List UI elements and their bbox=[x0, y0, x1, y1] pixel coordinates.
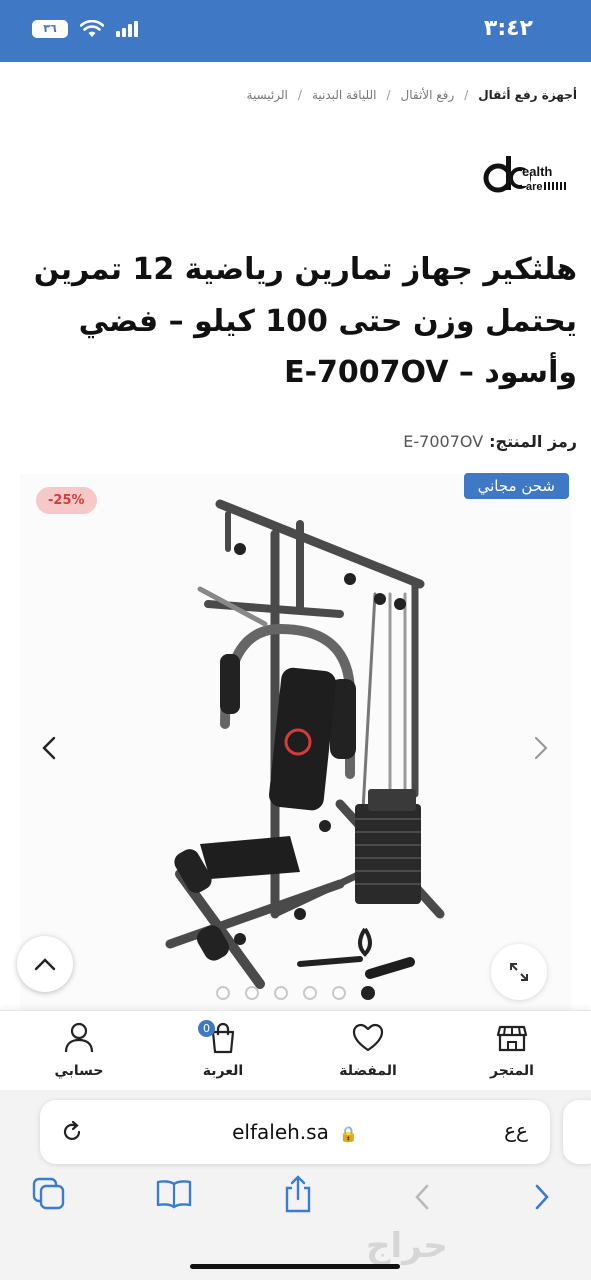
share-icon[interactable] bbox=[282, 1174, 314, 1214]
product-title: هلثكير جهاز تمارين رياضية 12 تمرين يحتمل… bbox=[33, 252, 577, 391]
breadcrumb-link-home[interactable]: الرئيسية bbox=[247, 88, 288, 102]
gallery-dot[interactable] bbox=[332, 986, 346, 1000]
expand-icon bbox=[510, 963, 528, 981]
healthcare-logo: ealth are bbox=[483, 156, 566, 193]
breadcrumb-link-weightlifting[interactable]: رفع الأثقال bbox=[401, 88, 455, 102]
forward-icon[interactable] bbox=[532, 1182, 552, 1212]
cart-count-badge: 0 bbox=[198, 1020, 215, 1037]
url-domain: elfaleh.sa bbox=[232, 1120, 329, 1144]
brand-logo[interactable]: ealth are bbox=[475, 124, 577, 224]
heart-icon bbox=[352, 1023, 384, 1052]
tabs-icon[interactable] bbox=[31, 1176, 67, 1212]
gallery-pagination bbox=[216, 986, 375, 1000]
scroll-to-top-button[interactable] bbox=[17, 936, 73, 992]
zoom-button[interactable] bbox=[491, 944, 547, 1000]
bookmarks-icon[interactable] bbox=[155, 1178, 193, 1210]
wifi-icon bbox=[80, 20, 104, 37]
nav-account[interactable]: حسابي bbox=[29, 1021, 129, 1079]
gallery-dot[interactable] bbox=[303, 986, 317, 1000]
browser-chrome: elfaleh.sa 🔒 ﻉﻉ bbox=[0, 1090, 591, 1280]
status-time: ٣:٤٢ bbox=[483, 16, 533, 41]
next-tab-peek[interactable] bbox=[563, 1100, 591, 1164]
product-gallery[interactable] bbox=[20, 474, 571, 1010]
nav-favorites-label: المفضلة bbox=[339, 1063, 397, 1079]
nav-cart[interactable]: العربة bbox=[173, 1021, 273, 1079]
gallery-next-arrow-icon[interactable] bbox=[532, 736, 550, 760]
page-settings-button[interactable]: ﻉﻉ bbox=[504, 1118, 528, 1142]
breadcrumb-separator: / bbox=[464, 88, 469, 102]
breadcrumb-current: أجهزة رفع أثقال bbox=[478, 88, 577, 102]
gallery-dot[interactable] bbox=[274, 986, 288, 1000]
signal-icon bbox=[116, 21, 138, 37]
product-image bbox=[165, 499, 445, 989]
nav-favorites[interactable]: المفضلة bbox=[318, 1021, 418, 1079]
lock-icon: 🔒 bbox=[339, 1125, 358, 1143]
address-bar[interactable]: elfaleh.sa 🔒 ﻉﻉ bbox=[40, 1100, 550, 1164]
status-bar: ٣٦ ٣:٤٢ bbox=[0, 0, 591, 62]
discount-badge: -25% bbox=[36, 487, 97, 514]
browser-toolbar bbox=[0, 1175, 591, 1222]
nav-account-label: حسابي bbox=[54, 1063, 104, 1079]
sku-value: E-7007OV bbox=[403, 432, 484, 451]
bottom-nav: المتجر المفضلة العربة 0 حسابي bbox=[0, 1010, 591, 1090]
gallery-dot[interactable] bbox=[216, 986, 230, 1000]
back-icon[interactable] bbox=[412, 1182, 432, 1212]
nav-store-label: المتجر bbox=[490, 1063, 534, 1079]
user-icon bbox=[64, 1022, 94, 1053]
status-icons: ٣٦ bbox=[32, 20, 140, 38]
home-indicator bbox=[190, 1264, 400, 1269]
sku-label: رمز المنتج: bbox=[489, 432, 577, 451]
breadcrumb: أجهزة رفع أثقال / رفع الأثقال / اللياقة … bbox=[247, 88, 577, 102]
breadcrumb-separator: / bbox=[297, 88, 302, 102]
watermark: حراج bbox=[366, 1226, 448, 1266]
url-text[interactable]: elfaleh.sa 🔒 bbox=[40, 1120, 550, 1144]
nav-cart-label: العربة bbox=[202, 1063, 244, 1079]
breadcrumb-separator: / bbox=[386, 88, 391, 102]
gallery-dot[interactable] bbox=[245, 986, 259, 1000]
chevron-up-icon bbox=[34, 958, 56, 971]
product-sku: رمز المنتج: E-7007OV bbox=[403, 432, 577, 451]
battery-icon: ٣٦ bbox=[32, 20, 68, 38]
nav-store[interactable]: المتجر bbox=[462, 1021, 562, 1079]
svg-text:are: are bbox=[526, 181, 543, 193]
gallery-dot-active[interactable] bbox=[361, 986, 375, 1000]
store-icon bbox=[496, 1025, 528, 1052]
svg-text:ealth: ealth bbox=[522, 164, 552, 179]
gallery-prev-arrow-icon[interactable] bbox=[40, 736, 58, 760]
free-shipping-badge: شحن مجاني bbox=[463, 473, 569, 499]
breadcrumb-link-fitness[interactable]: اللياقة البدنية bbox=[312, 88, 377, 102]
